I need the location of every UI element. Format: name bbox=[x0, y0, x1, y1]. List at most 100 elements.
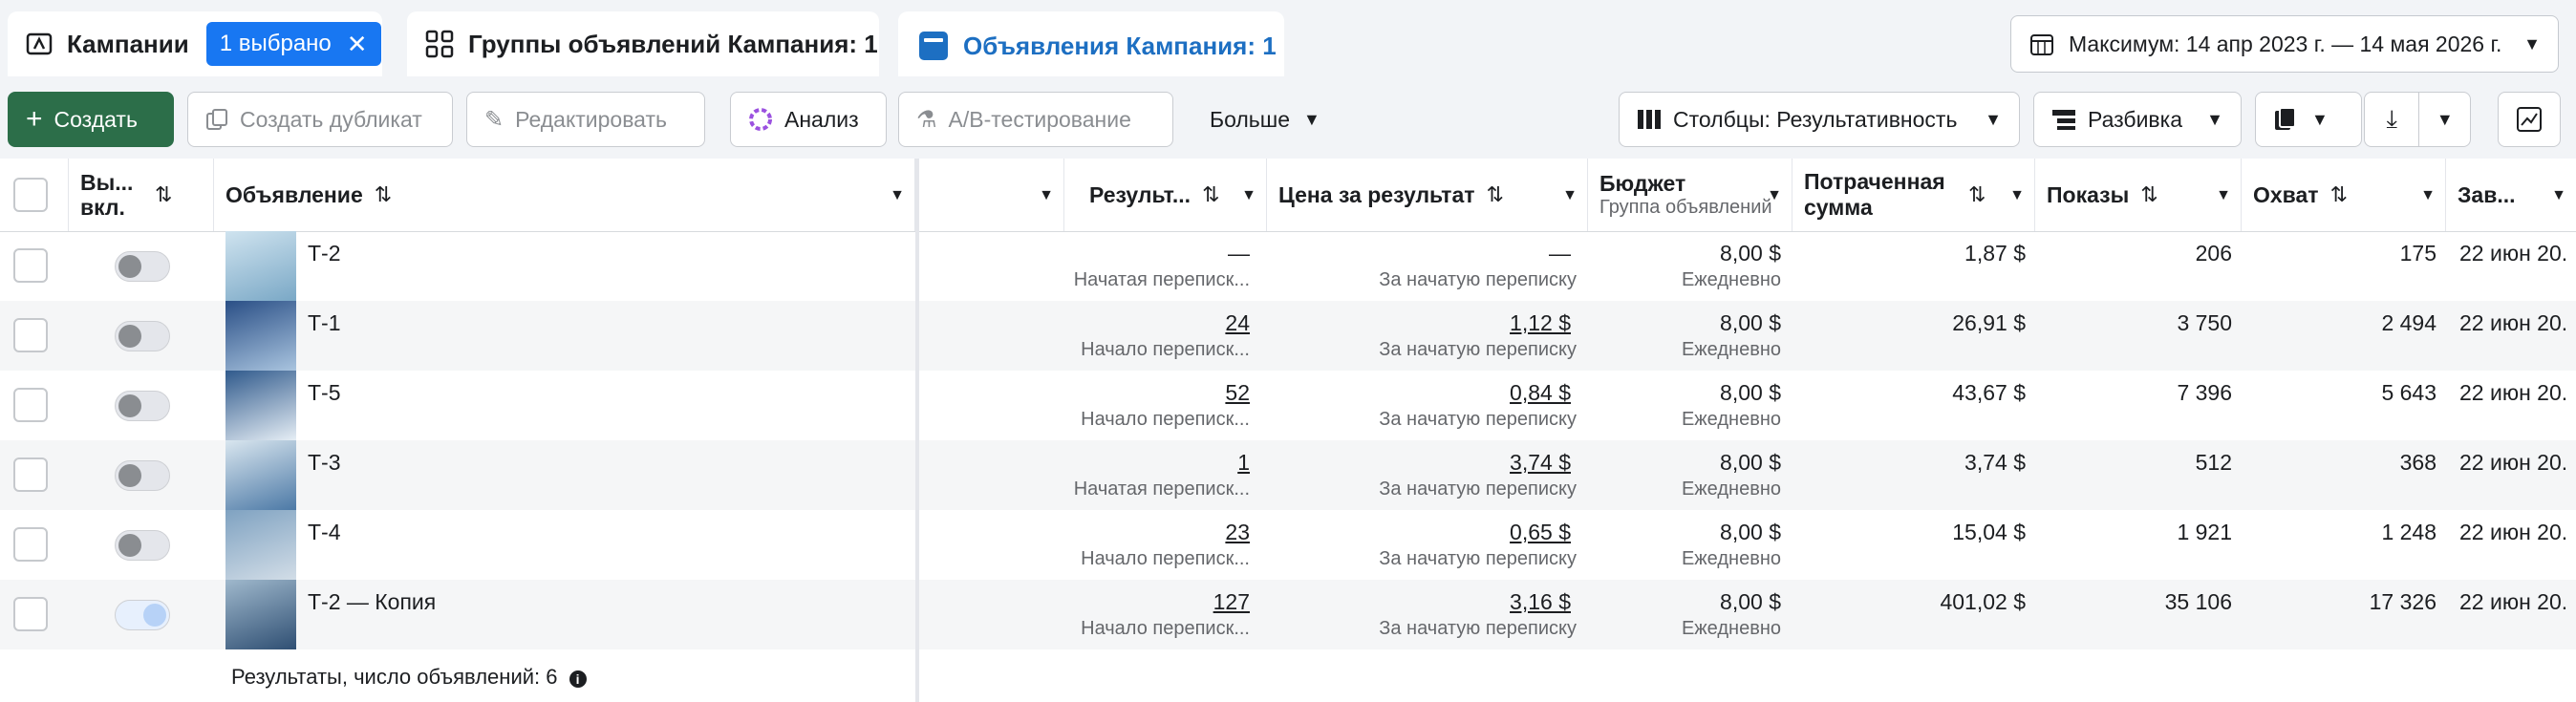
sort-icon[interactable]: ⇅ bbox=[2330, 182, 2348, 207]
row-checkbox[interactable] bbox=[13, 457, 48, 492]
header-onoff[interactable]: Вы... вкл. ⇅ bbox=[69, 159, 214, 231]
budget-value[interactable]: 8,00 $ bbox=[1720, 520, 1781, 545]
budget-value[interactable]: 8,00 $ bbox=[1720, 589, 1781, 615]
caret-down-icon[interactable]: ▼ bbox=[1562, 187, 1578, 204]
tab-campaigns[interactable]: Кампании 1 выбрано ✕ bbox=[8, 11, 382, 76]
cost-per-result-value[interactable]: 0,84 $ bbox=[1510, 380, 1571, 406]
table-row[interactable]: Т-1 24 Начало переписк... 1,12 $ За нача… bbox=[0, 301, 2576, 371]
close-icon[interactable]: ✕ bbox=[347, 30, 368, 59]
header-budget[interactable]: Бюджет Группа объявлений ▼ bbox=[1588, 159, 1792, 231]
ad-name-link[interactable]: Т-2 — Копия bbox=[308, 589, 436, 615]
analysis-button[interactable]: Анализ bbox=[730, 92, 887, 147]
caret-down-icon[interactable]: ▼ bbox=[2551, 187, 2566, 204]
results-value[interactable]: — bbox=[1228, 241, 1250, 266]
header-cost-per-result[interactable]: Цена за результат ⇅ ▼ bbox=[1267, 159, 1588, 231]
row-checkbox[interactable] bbox=[13, 318, 48, 352]
row-checkbox[interactable] bbox=[13, 527, 48, 562]
sort-icon[interactable]: ⇅ bbox=[1487, 182, 1504, 207]
cost-per-result-value[interactable]: 0,65 $ bbox=[1510, 520, 1571, 545]
caret-down-icon[interactable]: ▼ bbox=[1039, 187, 1054, 204]
table-row[interactable]: Т-3 1 Начатая переписк... 3,74 $ За нача… bbox=[0, 440, 2576, 510]
header-hidden-col[interactable]: ▼ bbox=[919, 159, 1064, 231]
delivery-toggle[interactable] bbox=[115, 391, 170, 421]
caret-down-icon[interactable]: ▼ bbox=[1241, 187, 1256, 204]
ad-name-link[interactable]: Т-4 bbox=[308, 520, 341, 545]
breakdown-dropdown[interactable]: Разбивка ▼ bbox=[2033, 92, 2242, 147]
table-row[interactable]: Т-5 52 Начало переписк... 0,84 $ За нача… bbox=[0, 371, 2576, 440]
results-value[interactable]: 127 bbox=[1213, 589, 1250, 615]
header-spent[interactable]: Потраченная сумма ⇅ ▼ bbox=[1792, 159, 2035, 231]
delivery-toggle[interactable] bbox=[115, 600, 170, 630]
ad-name-link[interactable]: Т-1 bbox=[308, 310, 341, 336]
cost-per-result-value[interactable]: 3,16 $ bbox=[1510, 589, 1571, 615]
budget-value[interactable]: 8,00 $ bbox=[1720, 310, 1781, 336]
select-all-checkbox[interactable] bbox=[13, 178, 48, 212]
chevron-down-icon[interactable]: ▼ bbox=[2418, 92, 2470, 147]
create-button[interactable]: + Создать bbox=[8, 92, 174, 147]
edit-button[interactable]: ✎ Редактировать bbox=[466, 92, 705, 147]
table-row[interactable]: Т-2 — Начатая переписк... — За начатую п… bbox=[0, 231, 2576, 301]
sort-icon[interactable]: ⇅ bbox=[375, 182, 392, 207]
results-value[interactable]: 23 bbox=[1225, 520, 1250, 545]
charts-button[interactable] bbox=[2498, 92, 2561, 147]
caret-down-icon[interactable]: ▼ bbox=[2009, 187, 2025, 204]
delivery-toggle[interactable] bbox=[115, 460, 170, 491]
spent-value: 26,91 $ bbox=[1952, 310, 2026, 335]
results-value[interactable]: 1 bbox=[1237, 450, 1250, 476]
ad-thumbnail[interactable] bbox=[225, 371, 296, 440]
delivery-toggle[interactable] bbox=[115, 251, 170, 282]
cost-per-result-value[interactable]: 3,74 $ bbox=[1510, 450, 1571, 476]
cost-per-result-value[interactable]: 1,12 $ bbox=[1510, 310, 1571, 336]
cost-per-result-subtitle: За начатую переписку bbox=[1379, 479, 1577, 500]
ad-thumbnail[interactable] bbox=[225, 231, 296, 301]
results-footer: Результаты, число объявлений: 6 i bbox=[231, 665, 587, 690]
row-checkbox[interactable] bbox=[13, 388, 48, 422]
sort-icon[interactable]: ⇅ bbox=[1202, 182, 1219, 207]
more-dropdown[interactable]: Больше ▼ bbox=[1192, 92, 1336, 147]
delivery-toggle[interactable] bbox=[115, 321, 170, 351]
results-value[interactable]: 24 bbox=[1225, 310, 1250, 336]
tab-ads[interactable]: Объявления Кампания: 1 bbox=[898, 11, 1284, 80]
budget-value[interactable]: 8,00 $ bbox=[1720, 241, 1781, 266]
ad-name-link[interactable]: Т-5 bbox=[308, 380, 341, 406]
info-icon[interactable]: i bbox=[569, 670, 587, 688]
sort-icon[interactable]: ⇅ bbox=[155, 182, 172, 207]
adset-grid-icon bbox=[425, 30, 454, 58]
columns-dropdown[interactable]: Столбцы: Результативность ▼ bbox=[1619, 92, 2020, 147]
header-ad[interactable]: Объявление ⇅ ▼ bbox=[214, 159, 915, 231]
ad-name-link[interactable]: Т-3 bbox=[308, 450, 341, 476]
tab-adsets[interactable]: Группы объявлений Кампания: 1 bbox=[407, 11, 879, 76]
header-impressions[interactable]: Показы ⇅ ▼ bbox=[2035, 159, 2242, 231]
delivery-toggle[interactable] bbox=[115, 530, 170, 561]
caret-down-icon[interactable]: ▼ bbox=[1767, 187, 1782, 204]
reports-dropdown[interactable]: ▼ bbox=[2255, 92, 2362, 147]
ad-thumbnail[interactable] bbox=[225, 510, 296, 580]
ab-test-button[interactable]: ⚗ A/B-тестирование bbox=[898, 92, 1173, 147]
budget-value[interactable]: 8,00 $ bbox=[1720, 380, 1781, 406]
header-results[interactable]: Результ... ⇅ ▼ bbox=[1064, 159, 1267, 231]
caret-down-icon[interactable]: ▼ bbox=[2216, 187, 2231, 204]
row-checkbox[interactable] bbox=[13, 597, 48, 631]
export-button[interactable]: ⤓ ▼ bbox=[2364, 92, 2471, 147]
column-divider[interactable] bbox=[915, 159, 919, 702]
ad-thumbnail[interactable] bbox=[225, 301, 296, 371]
results-value[interactable]: 52 bbox=[1225, 380, 1250, 406]
table-row[interactable]: Т-4 23 Начало переписк... 0,65 $ За нача… bbox=[0, 510, 2576, 580]
header-ends[interactable]: Зав... ▼ bbox=[2446, 159, 2576, 231]
ad-thumbnail[interactable] bbox=[225, 580, 296, 649]
sort-icon[interactable]: ⇅ bbox=[2140, 182, 2157, 207]
selected-badge[interactable]: 1 выбрано ✕ bbox=[205, 22, 381, 66]
table-row[interactable]: Т-2 — Копия 127 Начало переписк... 3,16 … bbox=[0, 580, 2576, 649]
duplicate-button[interactable]: Создать дубликат bbox=[187, 92, 453, 147]
caret-down-icon[interactable]: ▼ bbox=[2420, 187, 2436, 204]
ad-name-link[interactable]: Т-2 bbox=[308, 241, 341, 266]
date-range-picker[interactable]: Максимум: 14 апр 2023 г. — 14 мая 2026 г… bbox=[2010, 15, 2559, 73]
ad-thumbnail[interactable] bbox=[225, 440, 296, 510]
cost-per-result-value[interactable]: — bbox=[1549, 241, 1571, 266]
budget-value[interactable]: 8,00 $ bbox=[1720, 450, 1781, 476]
header-select-all bbox=[0, 159, 69, 231]
header-reach[interactable]: Охват ⇅ ▼ bbox=[2242, 159, 2446, 231]
caret-down-icon[interactable]: ▼ bbox=[890, 187, 905, 204]
sort-icon[interactable]: ⇅ bbox=[1968, 182, 1986, 207]
row-checkbox[interactable] bbox=[13, 248, 48, 283]
